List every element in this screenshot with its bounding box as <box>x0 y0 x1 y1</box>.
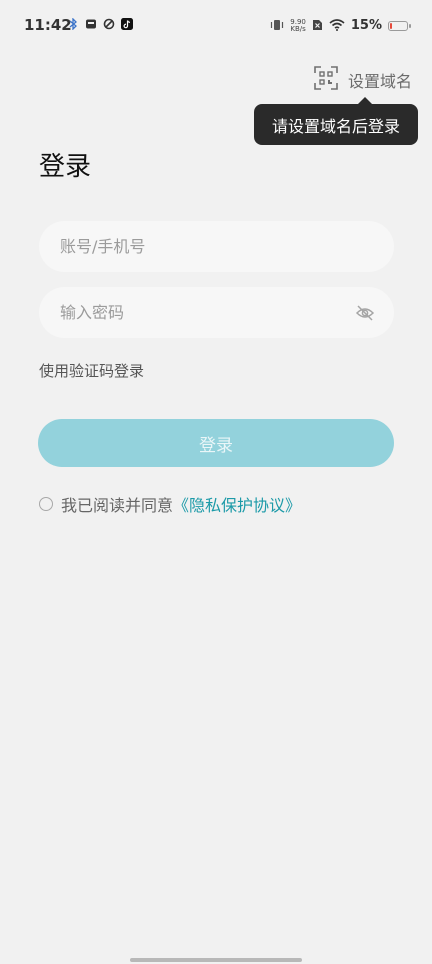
sms-login-link[interactable]: 使用验证码登录 <box>39 360 144 381</box>
tiktok-icon <box>121 18 133 30</box>
vibrate-icon <box>270 16 284 35</box>
status-bar: 11:42 9.90 KB/s 15% <box>0 0 432 50</box>
account-input[interactable] <box>58 236 375 257</box>
home-indicator[interactable] <box>130 958 302 962</box>
inbox-icon <box>85 18 97 30</box>
privacy-policy-link[interactable]: 《隐私保护协议》 <box>173 496 301 515</box>
battery-percent: 15% <box>350 18 382 33</box>
set-domain-button[interactable]: 设置域名 <box>314 66 412 94</box>
account-field-wrapper <box>39 221 394 272</box>
agree-text: 我已阅读并同意 <box>61 496 174 515</box>
login-button[interactable]: 登录 <box>38 419 394 467</box>
agreement-row: 我已阅读并同意《隐私保护协议》 <box>39 492 301 516</box>
password-field-wrapper <box>39 287 394 338</box>
no-sim-icon <box>312 16 323 35</box>
battery-level <box>390 22 392 29</box>
network-speed-unit: KB/s <box>290 24 306 33</box>
network-speed: 9.90 KB/s <box>290 18 306 33</box>
password-input[interactable] <box>58 302 355 323</box>
status-time: 11:42 <box>24 16 72 34</box>
hide-password-icon[interactable] <box>355 303 375 323</box>
domain-tooltip: 请设置域名后登录 <box>254 97 418 145</box>
page-title: 登录 <box>39 152 92 182</box>
notification-icons <box>67 18 133 30</box>
wifi-icon <box>329 16 345 35</box>
bluetooth-icon <box>67 18 79 30</box>
qr-scan-icon <box>314 66 338 94</box>
agreement-text-group: 我已阅读并同意《隐私保护协议》 <box>61 492 301 516</box>
status-right: 9.90 KB/s 15% <box>270 16 411 35</box>
set-domain-label: 设置域名 <box>347 72 412 91</box>
sync-icon <box>103 18 115 30</box>
agree-checkbox[interactable] <box>39 497 53 511</box>
battery-icon <box>388 20 411 31</box>
